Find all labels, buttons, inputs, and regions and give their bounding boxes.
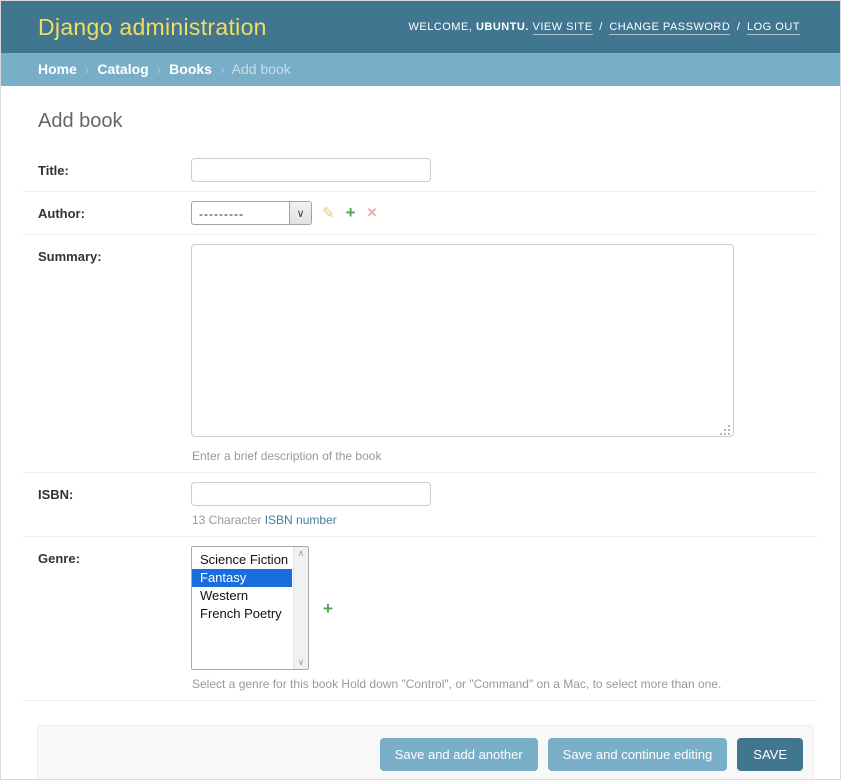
breadcrumb: Home › Catalog › Books › Add book xyxy=(1,53,840,86)
isbn-help-text: 13 Character ISBN number xyxy=(192,513,431,527)
save-and-add-another-button[interactable]: Save and add another xyxy=(380,738,538,771)
genre-multiselect[interactable]: Science Fiction Fantasy Western French P… xyxy=(191,546,309,670)
scroll-up-icon[interactable]: ∧ xyxy=(298,549,305,558)
breadcrumb-separator: › xyxy=(157,61,162,77)
breadcrumb-current: Add book xyxy=(232,61,291,77)
genre-option-french-poetry[interactable]: French Poetry xyxy=(192,605,292,623)
genre-scrollbar[interactable]: ∧ ∨ xyxy=(293,547,308,669)
view-site-link[interactable]: VIEW SITE xyxy=(533,21,593,35)
form-row-summary: Summary: Enter a brief description of th… xyxy=(23,235,817,473)
title-label: Title: xyxy=(23,158,191,178)
add-author-icon[interactable]: + xyxy=(346,206,356,220)
change-password-link[interactable]: CHANGE PASSWORD xyxy=(609,21,730,35)
genre-option-western[interactable]: Western xyxy=(192,587,292,605)
genre-label: Genre: xyxy=(23,546,191,566)
scroll-down-icon[interactable]: ∨ xyxy=(298,658,305,667)
save-button[interactable]: SAVE xyxy=(737,738,803,771)
chevron-down-icon[interactable]: ∨ xyxy=(289,202,311,224)
summary-textarea[interactable] xyxy=(191,244,734,437)
page-title: Add book xyxy=(38,110,840,133)
breadcrumb-books[interactable]: Books xyxy=(169,61,212,77)
user-tools: WELCOME, UBUNTU. VIEW SITE / CHANGE PASS… xyxy=(408,21,800,33)
delete-author-icon[interactable]: ✕ xyxy=(367,205,378,221)
breadcrumb-home[interactable]: Home xyxy=(38,61,77,77)
edit-author-icon[interactable]: ✎ xyxy=(322,204,335,222)
form-row-author: Author: --------- ∨ ✎ + ✕ xyxy=(23,192,817,235)
breadcrumb-catalog[interactable]: Catalog xyxy=(97,61,148,77)
isbn-label: ISBN: xyxy=(23,482,191,502)
username: UBUNTU. xyxy=(476,21,529,33)
django-admin-page: Django administration WELCOME, UBUNTU. V… xyxy=(0,0,841,780)
summary-help-text: Enter a brief description of the book xyxy=(192,449,734,463)
title-input[interactable] xyxy=(191,158,431,182)
content-area: Add book Title: Author: --------- ∨ xyxy=(1,86,840,780)
log-out-link[interactable]: LOG OUT xyxy=(747,21,800,35)
admin-header: Django administration WELCOME, UBUNTU. V… xyxy=(1,1,840,53)
welcome-text: WELCOME, xyxy=(408,21,472,33)
isbn-number-link[interactable]: ISBN number xyxy=(265,513,337,527)
link-separator: / xyxy=(737,21,741,33)
resize-grip-icon[interactable] xyxy=(720,425,730,435)
author-label: Author: xyxy=(23,201,191,221)
add-book-form: Title: Author: --------- ∨ ✎ + ✕ xyxy=(1,149,840,780)
author-select[interactable]: --------- ∨ xyxy=(191,201,312,225)
genre-help-text: Select a genre for this book Hold down "… xyxy=(192,677,721,691)
submit-row: Save and add another Save and continue e… xyxy=(37,725,814,780)
summary-label: Summary: xyxy=(23,244,191,264)
author-selected-option: --------- xyxy=(192,202,289,224)
form-row-title: Title: xyxy=(23,149,817,192)
genre-option-fantasy[interactable]: Fantasy xyxy=(192,569,292,587)
genre-option-science-fiction[interactable]: Science Fiction xyxy=(192,551,292,569)
breadcrumb-separator: › xyxy=(220,61,225,77)
form-row-isbn: ISBN: 13 Character ISBN number xyxy=(23,473,817,537)
link-separator: / xyxy=(599,21,603,33)
save-and-continue-editing-button[interactable]: Save and continue editing xyxy=(548,738,728,771)
site-title-link[interactable]: Django administration xyxy=(38,14,267,41)
isbn-input[interactable] xyxy=(191,482,431,506)
form-row-genre: Genre: Science Fiction Fantasy Western F… xyxy=(23,537,817,701)
isbn-help-prefix: 13 Character xyxy=(192,513,265,527)
add-genre-icon[interactable]: + xyxy=(323,602,333,670)
breadcrumb-separator: › xyxy=(85,61,90,77)
